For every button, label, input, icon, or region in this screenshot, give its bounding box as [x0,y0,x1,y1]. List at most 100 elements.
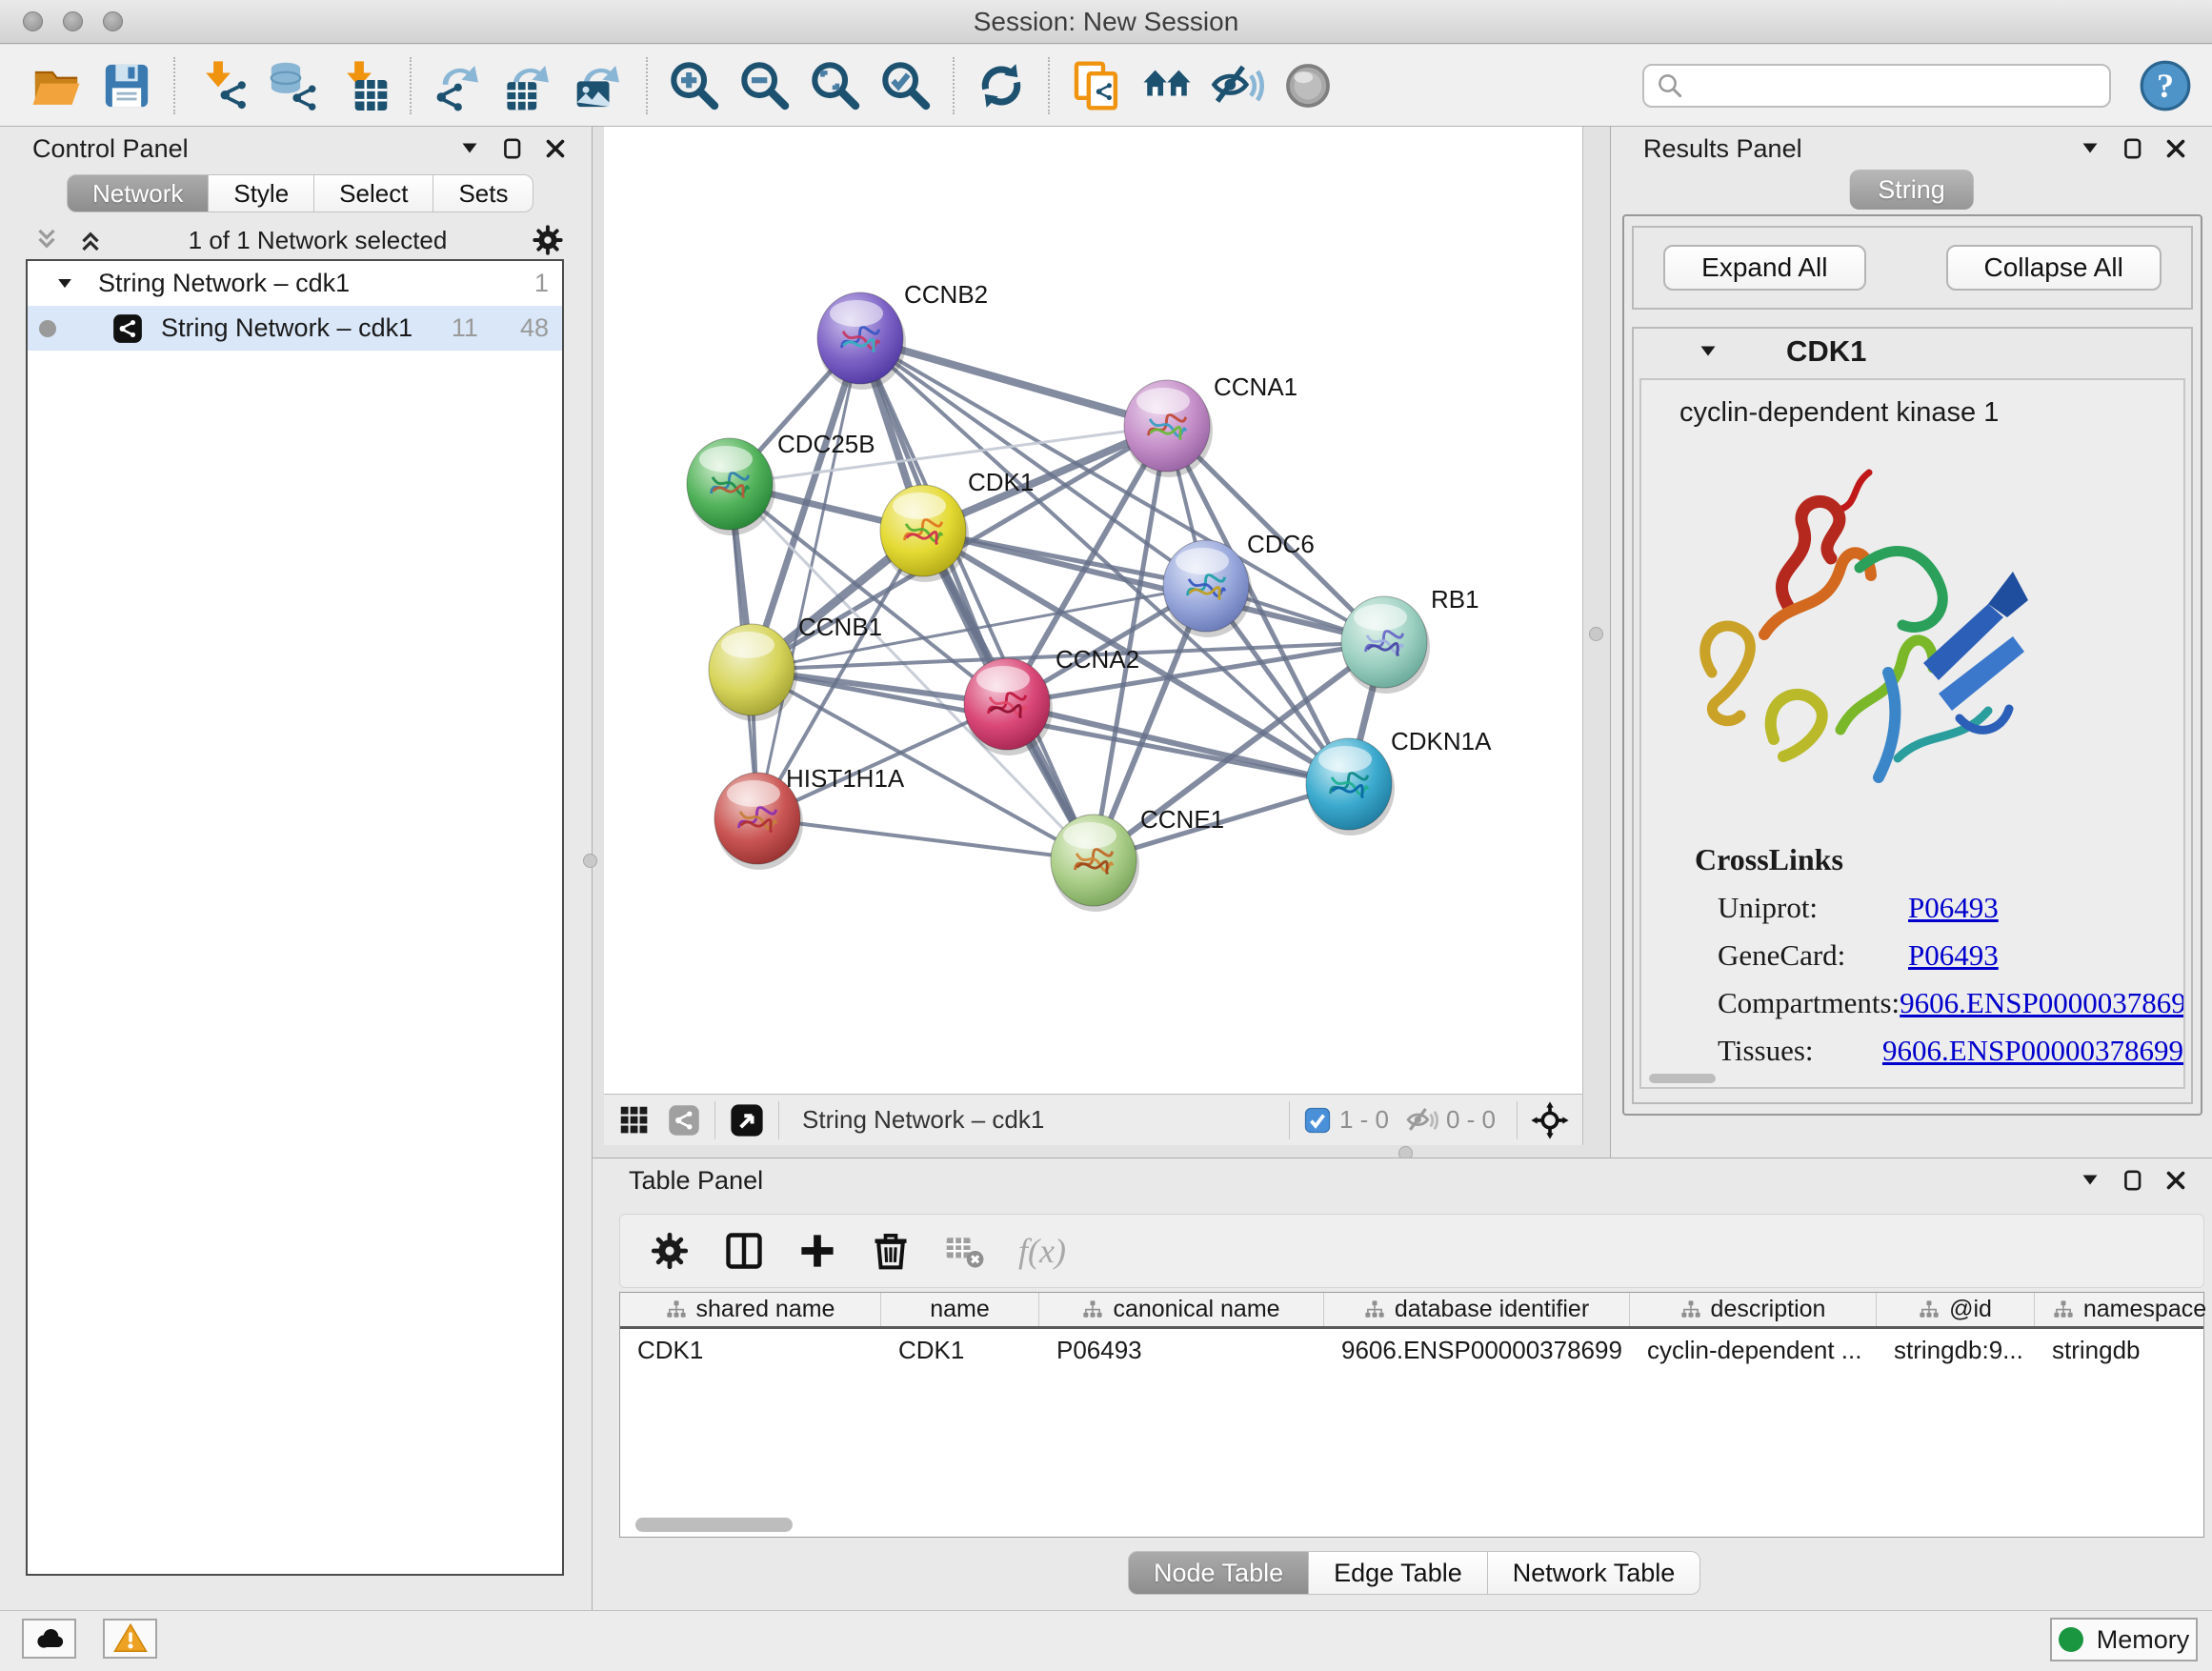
tab-style[interactable]: Style [208,174,314,212]
table-scrollbar-thumb[interactable] [635,1518,793,1532]
save-session-button[interactable] [96,55,157,116]
crosslink-link[interactable]: P06493 [1908,891,1999,925]
control-panel: Control Panel Network Style Select Sets … [0,127,593,1610]
results-scrollbar-thumb[interactable] [1649,1074,1716,1083]
collapse-all-networks-icon[interactable] [32,226,61,254]
export-image-button[interactable] [569,55,630,116]
collection-expand-icon[interactable] [54,273,75,294]
search-box[interactable] [1642,64,2111,108]
results-close-icon[interactable] [2164,137,2187,160]
hidden-eye-icon[interactable] [1406,1104,1438,1137]
network-edge-hist1h1a-ccne1[interactable] [757,818,1094,860]
table-cell[interactable]: 9606.ENSP00000378699 [1324,1329,1630,1371]
table-float-icon[interactable] [2121,1168,2145,1193]
shared-column-icon [1680,1299,1701,1320]
string-copy-button[interactable] [1066,55,1127,116]
table-options-gear-icon[interactable] [649,1230,691,1272]
panel-float-icon[interactable] [500,136,525,161]
show-columns-icon[interactable] [723,1230,765,1272]
zoom-out-button[interactable] [734,55,795,116]
delete-column-icon[interactable] [870,1230,912,1272]
network-node-cdc25b[interactable] [687,438,775,535]
memory-button[interactable]: Memory [2050,1618,2198,1661]
column-header-namespace[interactable]: namespace [2035,1293,2212,1326]
results-float-icon[interactable] [2121,136,2145,161]
collapse-all-button[interactable]: Collapse All [1946,245,2162,291]
network-row-selected[interactable]: String Network – cdk1 11 48 [28,306,562,351]
import-network-file-button[interactable] [191,55,252,116]
birdseye-view-icon[interactable] [729,1102,765,1138]
network-node-cdkn1a[interactable] [1306,738,1395,836]
tab-network[interactable]: Network [67,174,209,212]
left-splitter-handle[interactable] [583,854,597,868]
column-header-description[interactable]: description [1630,1293,1877,1326]
import-network-database-button[interactable] [262,55,323,116]
hide-unhide-button[interactable] [1207,55,1268,116]
crosslink-link[interactable]: 9606.ENSP00000378699 [1882,1034,2183,1068]
export-network-button[interactable] [428,55,489,116]
network-node-ccnb2[interactable] [817,292,906,390]
neighborhood-button[interactable] [1136,55,1197,116]
tab-sets[interactable]: Sets [432,174,533,212]
column-header--id[interactable]: @id [1877,1293,2035,1326]
table-menu-icon[interactable] [2079,1169,2101,1192]
column-header-database-identifier[interactable]: database identifier [1324,1293,1630,1326]
table-cell[interactable]: P06493 [1039,1329,1324,1371]
node-details-header[interactable]: CDK1 [1634,329,2191,374]
network-options-gear-icon[interactable] [531,223,565,257]
import-table-file-button[interactable] [332,55,393,116]
tab-node-table[interactable]: Node Table [1128,1551,1309,1595]
entry-collapse-icon[interactable] [1697,340,1719,363]
right-splitter-handle[interactable] [1589,627,1603,641]
results-menu-icon[interactable] [2079,137,2101,160]
warnings-button[interactable] [103,1619,157,1659]
expand-all-button[interactable]: Expand All [1663,245,1865,291]
selected-nodes-checkbox[interactable] [1303,1106,1332,1135]
search-input[interactable] [1684,70,2098,101]
network-node-ccne1[interactable] [1051,815,1139,912]
zoom-selected-button[interactable] [875,55,936,116]
table-cell[interactable]: cyclin-dependent ... [1630,1329,1877,1371]
grid-view-icon[interactable] [617,1103,652,1137]
crosslink-link[interactable]: 9606.ENSP00000378699 [1900,986,2185,1020]
expand-all-networks-icon[interactable] [76,226,105,254]
panel-close-icon[interactable] [544,137,567,160]
table-row[interactable]: CDK1CDK1P064939606.ENSP00000378699cyclin… [620,1329,2203,1371]
node-label-cdc25b: CDC25B [777,430,875,458]
string-copy-icon [1070,59,1123,112]
table-cell[interactable]: CDK1 [881,1329,1039,1371]
network-view-icon[interactable] [667,1103,701,1137]
table-cell[interactable]: stringdb [2035,1329,2212,1371]
network-node-ccna1[interactable] [1124,380,1213,477]
network-node-cdc6[interactable] [1163,540,1252,637]
network-canvas[interactable]: CCNB2CCNA1CDC25BCDK1CDC6RB1CCNB1CCNA2CDK… [604,127,1583,1094]
zoom-in-button[interactable] [664,55,725,116]
network-node-rb1[interactable] [1341,596,1430,694]
panel-menu-icon[interactable] [458,137,481,160]
network-edge-ccnb2-hist1h1a[interactable] [757,338,860,818]
tab-network-table[interactable]: Network Table [1487,1551,1701,1595]
zoom-fit-button[interactable] [805,55,866,116]
add-column-icon[interactable] [797,1231,837,1271]
column-header-shared-name[interactable]: shared name [620,1293,881,1326]
network-node-cdk1[interactable] [880,485,969,582]
table-cell[interactable]: CDK1 [620,1329,881,1371]
open-session-button[interactable] [26,55,87,116]
table-close-icon[interactable] [2164,1169,2187,1192]
export-table-button[interactable] [498,55,559,116]
tab-edge-table[interactable]: Edge Table [1308,1551,1488,1595]
table-cell[interactable]: stringdb:9... [1877,1329,2035,1371]
tab-select[interactable]: Select [313,174,433,212]
crosslink-link[interactable]: P06493 [1908,938,1999,973]
network-collection-row[interactable]: String Network – cdk1 1 [28,261,562,306]
sphere-button[interactable] [1277,55,1338,116]
cloud-button[interactable] [22,1619,76,1659]
help-button[interactable]: ? [2138,58,2193,113]
tab-string[interactable]: String [1849,170,1974,210]
network-node-ccna2[interactable] [964,658,1053,755]
crosslink-link[interactable]: P06493 [1908,1081,1999,1089]
column-header-name[interactable]: name [881,1293,1039,1326]
column-header-canonical-name[interactable]: canonical name [1039,1293,1324,1326]
pan-crosshair-icon[interactable] [1531,1101,1569,1139]
refresh-button[interactable] [971,55,1032,116]
